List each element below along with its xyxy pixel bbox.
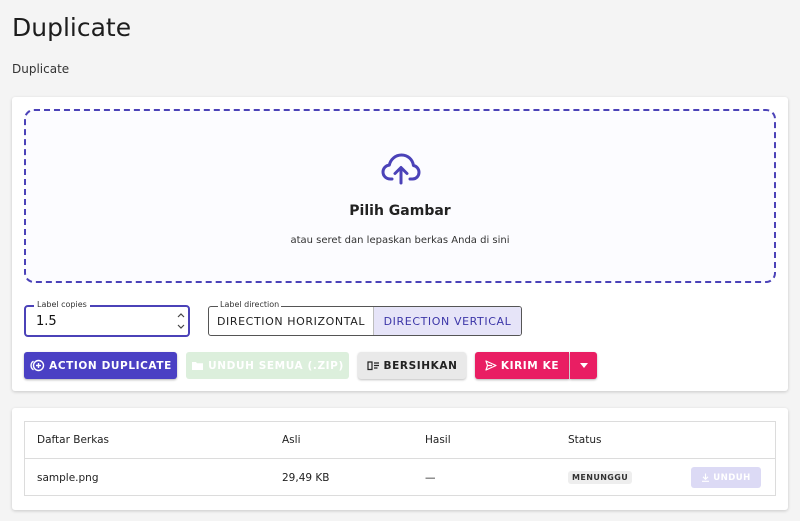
cloud-upload-icon (381, 153, 421, 185)
files-card: Daftar Berkas Asli Hasil Status sample.p… (12, 408, 788, 510)
copies-field-label: Label copies (34, 300, 90, 310)
download-icon (702, 473, 710, 482)
copy-plus-icon (30, 359, 45, 372)
column-header-result: Hasil (425, 434, 451, 446)
direction-horizontal-button[interactable]: DIRECTION HORIZONTAL (209, 307, 374, 335)
upload-card: Pilih Gambar atau seret dan lepaskan ber… (12, 97, 788, 391)
download-all-label: UNDUH SEMUA (.ZIP) (208, 359, 344, 372)
download-file-label: UNDUH (713, 472, 751, 483)
breadcrumb: Duplicate (12, 62, 70, 76)
action-duplicate-label: ACTION DUPLICATE (49, 359, 172, 372)
chevron-up-icon[interactable] (176, 309, 186, 320)
clear-label: BERSIHKAN (383, 359, 458, 372)
direction-toggle-group: DIRECTION HORIZONTAL DIRECTION VERTICAL (208, 306, 522, 336)
file-result-size: — (425, 471, 436, 484)
direction-vertical-button[interactable]: DIRECTION VERTICAL (374, 307, 521, 335)
dropzone-title: Pilih Gambar (349, 203, 451, 219)
direction-toggle-label: Label direction (218, 300, 282, 310)
file-original-size: 29,49 KB (282, 471, 330, 484)
action-duplicate-button[interactable]: ACTION DUPLICATE (24, 352, 177, 379)
clear-button[interactable]: BERSIHKAN (358, 352, 466, 379)
column-header-original: Asli (282, 434, 301, 446)
send-to-button[interactable]: KIRIM KE (475, 352, 569, 379)
send-to-label: KIRIM KE (500, 359, 560, 372)
page-title: Duplicate (12, 13, 132, 42)
file-name: sample.png (37, 471, 99, 484)
file-dropzone[interactable]: Pilih Gambar atau seret dan lepaskan ber… (24, 109, 776, 283)
column-header-files: Daftar Berkas (37, 434, 110, 446)
chevron-down-icon[interactable] (176, 321, 186, 332)
download-all-zip-button[interactable]: UNDUH SEMUA (.ZIP) (186, 352, 349, 379)
download-file-button[interactable]: UNDUH (691, 467, 761, 488)
clear-list-icon (366, 361, 379, 371)
column-header-status: Status (568, 434, 602, 446)
table-row: sample.png 29,49 KB — MENUNGGU UNDUH (25, 459, 775, 496)
dropzone-subtitle: atau seret dan lepaskan berkas Anda di s… (290, 235, 510, 246)
send-to-menu-button[interactable] (570, 352, 597, 379)
status-cell: MENUNGGU (568, 459, 633, 496)
send-icon (485, 360, 497, 371)
table-header: Daftar Berkas Asli Hasil Status (25, 422, 775, 459)
caret-down-icon (579, 363, 588, 368)
folder-download-icon (192, 362, 204, 370)
copies-field[interactable]: Label copies 1.5 (24, 300, 190, 337)
copies-input[interactable]: 1.5 (36, 314, 57, 329)
status-badge: MENUNGGU (568, 471, 633, 484)
files-table: Daftar Berkas Asli Hasil Status sample.p… (24, 421, 776, 496)
